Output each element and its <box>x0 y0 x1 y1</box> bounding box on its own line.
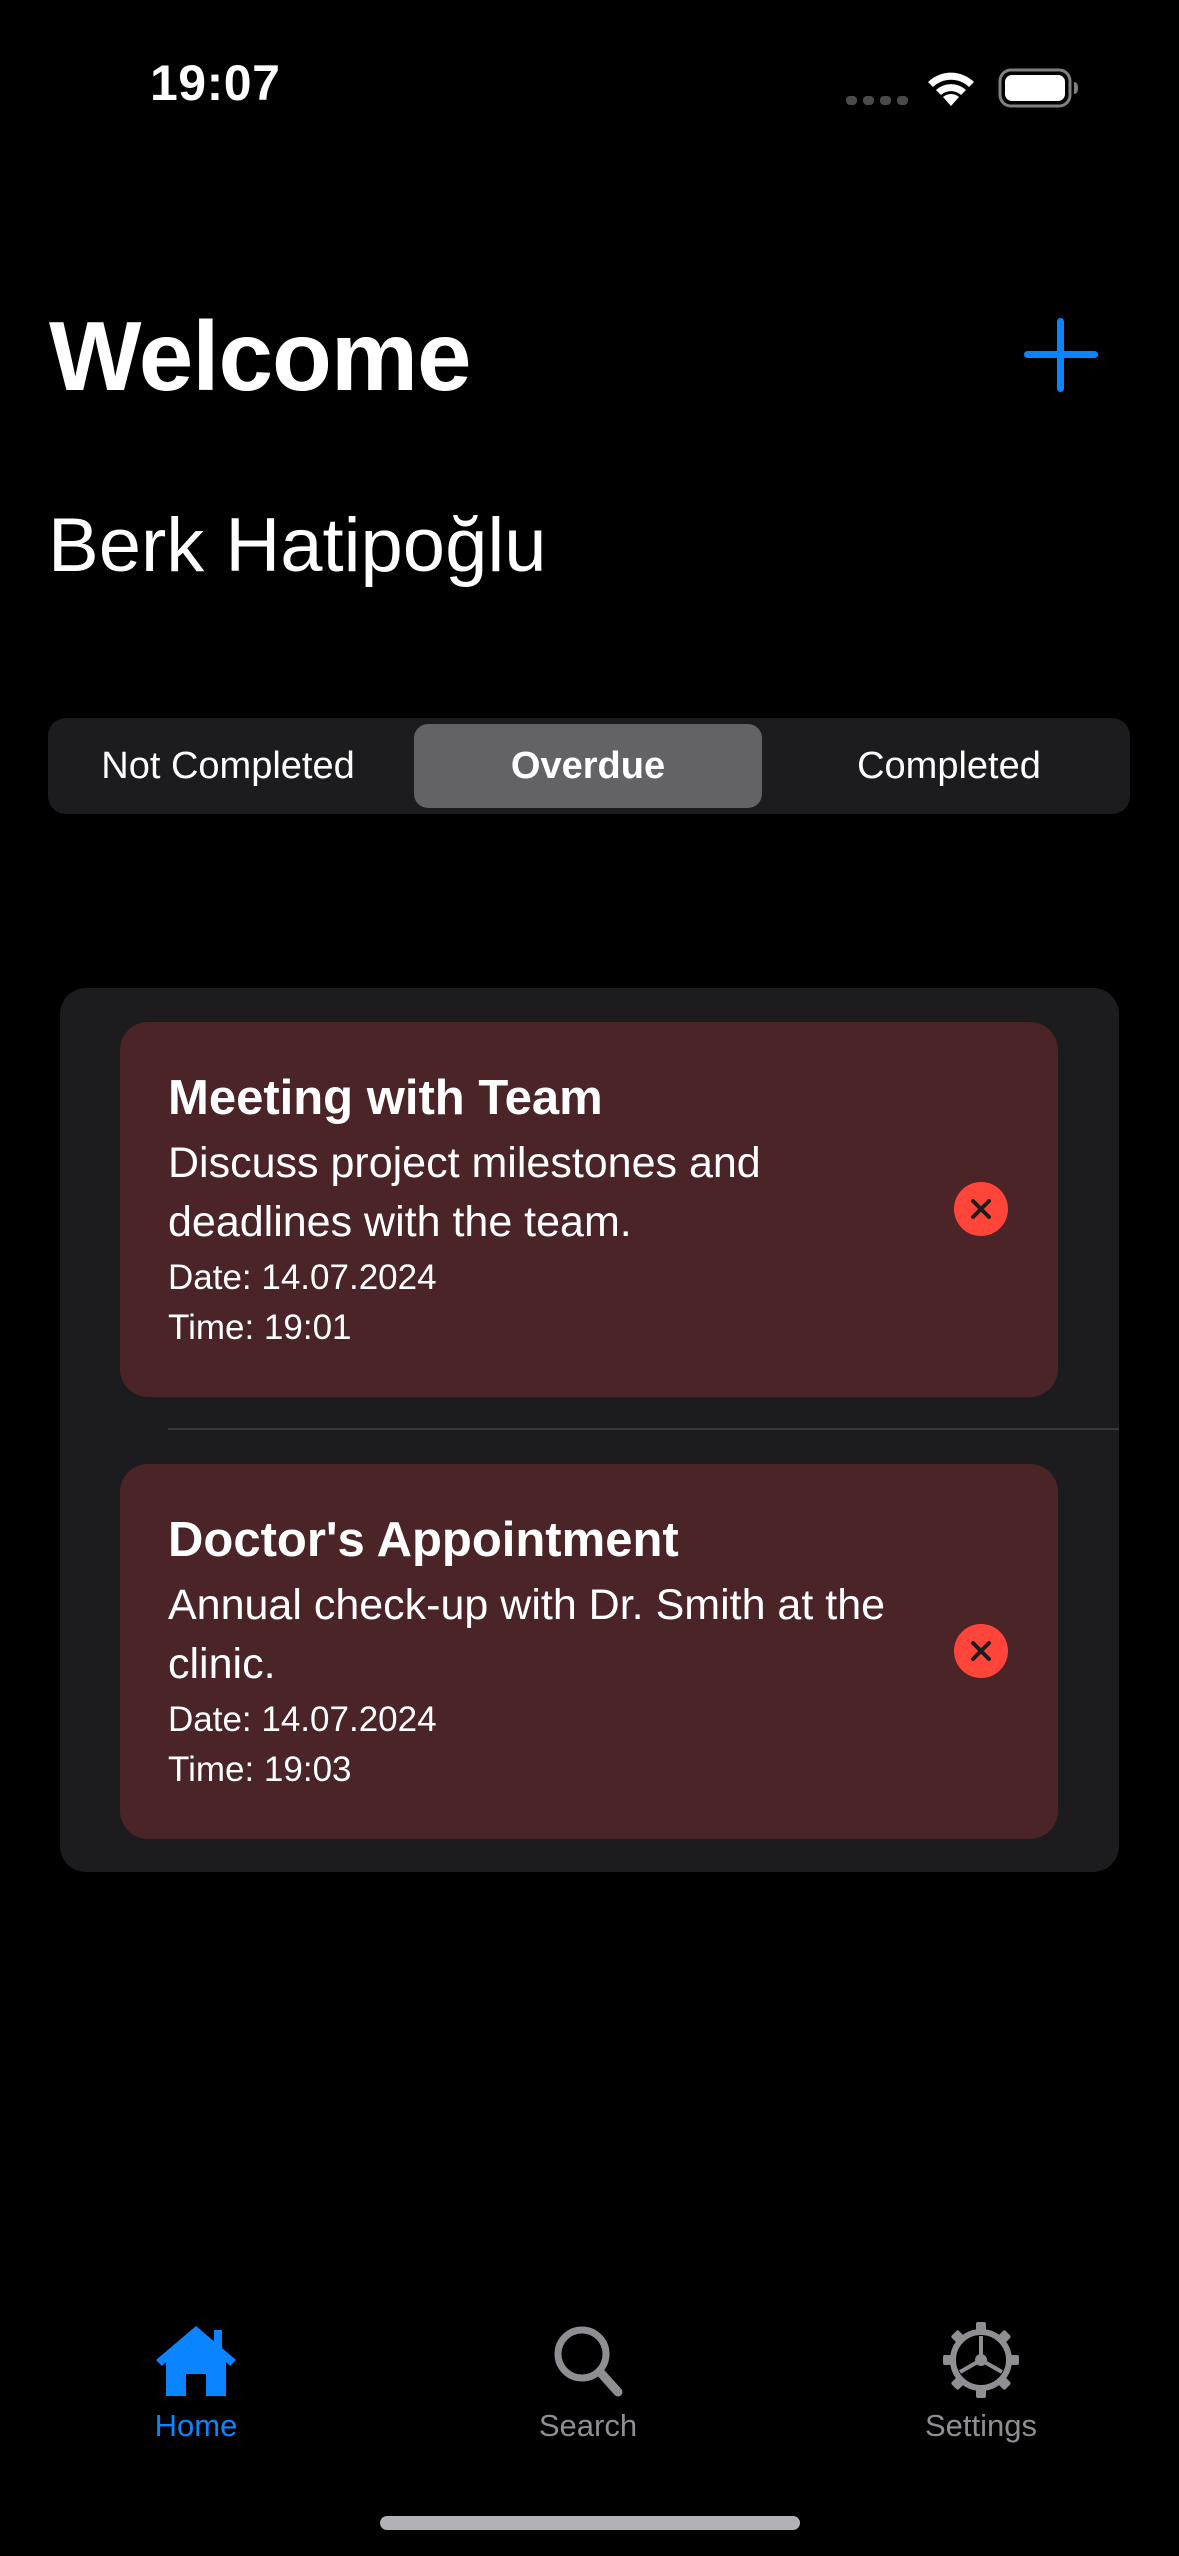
wifi-icon <box>928 72 974 106</box>
task-card[interactable]: Meeting with Team Discuss project milest… <box>120 1022 1058 1397</box>
magnifyingglass-icon <box>554 2326 623 2397</box>
status-bar: 19:07 <box>0 0 1179 150</box>
add-task-button[interactable] <box>1022 316 1100 394</box>
task-list: Meeting with Team Discuss project milest… <box>60 988 1119 1872</box>
xmark-icon <box>971 1641 991 1661</box>
tab-label: Search <box>538 2408 638 2443</box>
tab-home[interactable]: Home <box>71 2320 321 2444</box>
xmark-icon <box>971 1199 991 1219</box>
task-date: Date: 14.07.2024 <box>168 1258 437 1297</box>
cellular-signal-icon <box>846 96 908 105</box>
gear-icon <box>943 2322 1019 2398</box>
task-date: Date: 14.07.2024 <box>168 1700 437 1739</box>
tab-label: Settings <box>924 2408 1037 2443</box>
segment-completed[interactable]: Completed <box>774 724 1124 808</box>
segment-overdue[interactable]: Overdue <box>414 724 762 808</box>
home-indicator <box>380 2516 800 2530</box>
task-description: Discuss project milestones and deadlines… <box>168 1139 761 1246</box>
task-card[interactable]: Doctor's Appointment Annual check-up wit… <box>120 1464 1058 1839</box>
tab-settings[interactable]: Settings <box>856 2320 1106 2444</box>
house-fill-icon <box>156 2326 236 2396</box>
row-divider <box>168 1428 1119 1430</box>
task-description: Annual check-up with Dr. Smith at the cl… <box>168 1581 886 1688</box>
user-name: Berk Hatipoğlu <box>48 503 547 588</box>
task-title: Meeting with Team <box>168 1071 603 1125</box>
delete-task-button[interactable] <box>954 1624 1008 1678</box>
task-time: Time: 19:01 <box>168 1308 352 1347</box>
status-filter-segmented-control: Not Completed Overdue Completed <box>48 718 1130 814</box>
plus-icon <box>1024 318 1098 392</box>
task-title: Doctor's Appointment <box>168 1513 679 1567</box>
battery-icon <box>998 68 1078 108</box>
task-time: Time: 19:03 <box>168 1750 352 1789</box>
tab-label: Home <box>154 2408 238 2443</box>
tab-search[interactable]: Search <box>463 2320 713 2444</box>
page-title: Welcome <box>49 301 471 411</box>
segment-not-completed[interactable]: Not Completed <box>54 724 402 808</box>
status-time: 19:07 <box>150 55 281 111</box>
delete-task-button[interactable] <box>954 1182 1008 1236</box>
